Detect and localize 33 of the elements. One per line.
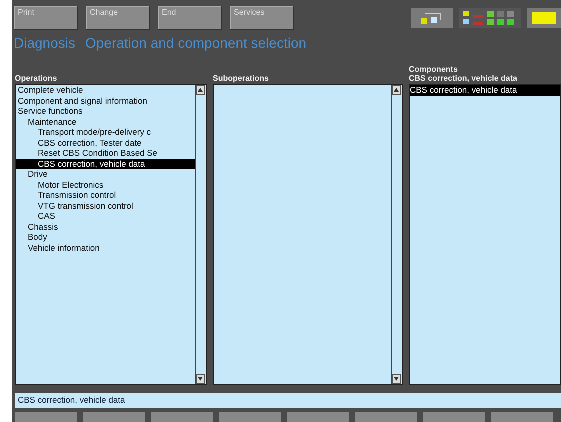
tree-item[interactable]: Component and signal information xyxy=(16,96,195,106)
scroll-up-icon[interactable] xyxy=(392,85,401,95)
scroll-up-icon[interactable] xyxy=(196,85,205,95)
scroll-down-icon[interactable] xyxy=(196,374,205,384)
battery-icon[interactable] xyxy=(527,8,561,28)
tree-item[interactable]: Complete vehicle xyxy=(16,85,195,96)
diagram-icon[interactable] xyxy=(411,8,453,28)
status-bar: CBS correction, vehicle data xyxy=(15,393,561,408)
tree-item[interactable]: Service functions xyxy=(16,106,195,116)
column-subheading: CBS correction, vehicle data xyxy=(409,74,518,83)
tree-item[interactable]: Maintenance xyxy=(16,116,195,127)
column-heading: Suboperations xyxy=(213,74,270,83)
tree-item[interactable]: VTG transmission control xyxy=(16,200,195,211)
column-heading: Components xyxy=(409,65,459,74)
tree-item[interactable]: Motor Electronics xyxy=(16,180,195,190)
tree-item[interactable]: Transmission control xyxy=(16,190,195,200)
scroll-down-icon[interactable] xyxy=(392,374,401,384)
column-heading: Operations xyxy=(15,74,58,83)
tree-item[interactable]: Vehicle information xyxy=(16,242,195,253)
tree-item[interactable]: Reset CBS Condition Based Se xyxy=(16,148,195,158)
scrollbar[interactable] xyxy=(391,85,402,384)
list-item[interactable]: CBS correction, vehicle data xyxy=(410,85,560,96)
scrollbar[interactable] xyxy=(195,85,206,384)
tree-item[interactable]: Transport mode/pre-delivery c xyxy=(16,127,195,138)
tree-item[interactable]: CBS correction, vehicle data xyxy=(16,158,195,169)
tree-item[interactable]: CAS xyxy=(16,211,195,222)
tree-item[interactable]: Drive xyxy=(16,169,195,180)
tree-item[interactable]: Chassis xyxy=(16,222,195,232)
page-title: Operation and component selection xyxy=(85,35,307,53)
tree-item[interactable]: CBS correction, Tester date xyxy=(16,138,195,148)
area-title: Diagnosis xyxy=(14,35,76,53)
connection-status-icon[interactable] xyxy=(459,8,521,28)
tree-item[interactable]: Body xyxy=(16,232,195,242)
